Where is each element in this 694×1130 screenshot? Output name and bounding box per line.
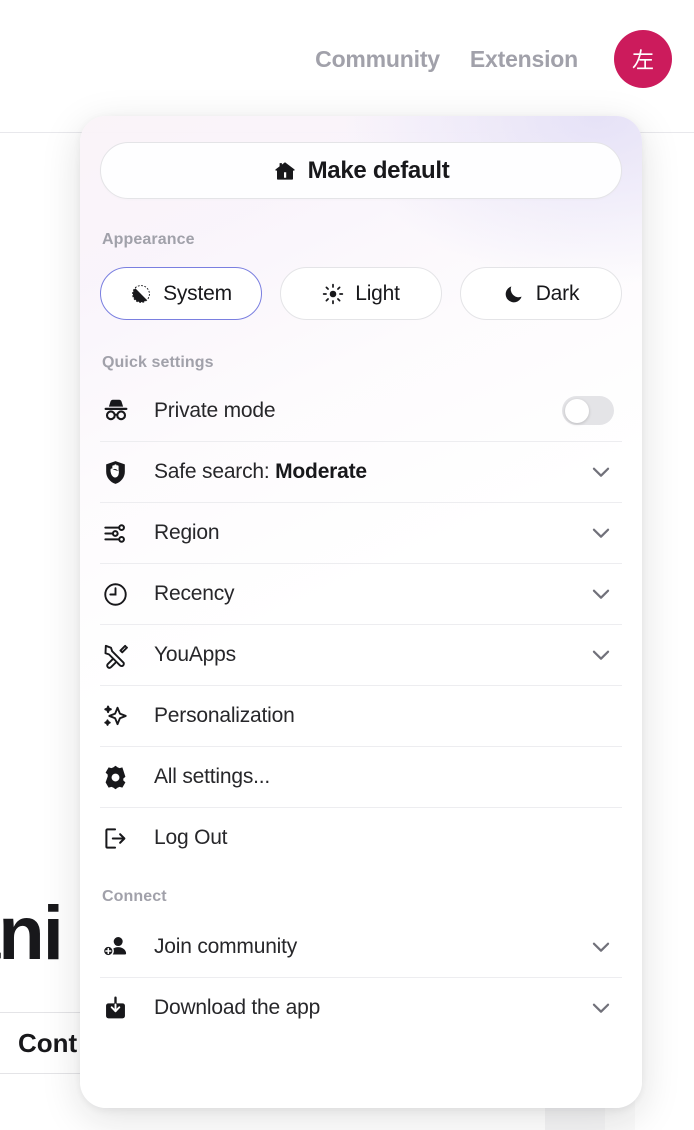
incognito-icon bbox=[100, 397, 142, 425]
chevron-down-icon[interactable] bbox=[588, 995, 622, 1021]
shield-hand-icon bbox=[100, 459, 142, 486]
moon-icon bbox=[503, 283, 525, 305]
half-circle-icon bbox=[130, 283, 152, 305]
row-all-settings-label: All settings... bbox=[154, 765, 271, 788]
header-nav: Community Extension 左 bbox=[315, 30, 672, 88]
background-heading: ani bbox=[0, 891, 64, 976]
private-mode-toggle[interactable] bbox=[562, 396, 614, 425]
row-youapps[interactable]: YouApps bbox=[100, 624, 622, 685]
row-log-out[interactable]: Log Out bbox=[100, 807, 622, 868]
chevron-down-icon[interactable] bbox=[588, 934, 622, 960]
row-download-app-label: Download the app bbox=[154, 996, 321, 1019]
row-safe-search-label: Safe search: Moderate bbox=[142, 460, 588, 484]
theme-option-light-label: Light bbox=[355, 281, 400, 305]
toggle-knob bbox=[564, 398, 589, 423]
appearance-options: System Light Dark bbox=[100, 267, 622, 320]
row-all-settings[interactable]: All settings... bbox=[100, 746, 622, 807]
appearance-section-label: Appearance bbox=[102, 231, 195, 248]
nav-link-extension[interactable]: Extension bbox=[470, 46, 578, 73]
download-icon bbox=[100, 995, 142, 1022]
home-icon bbox=[273, 159, 297, 183]
row-personalization-label: Personalization bbox=[154, 704, 295, 727]
sun-icon bbox=[322, 283, 344, 305]
row-safe-search-value: Moderate bbox=[275, 460, 367, 483]
row-join-community-label: Join community bbox=[154, 934, 298, 958]
row-download-app[interactable]: Download the app bbox=[100, 977, 622, 1038]
row-region[interactable]: Region bbox=[100, 502, 622, 563]
row-personalization[interactable]: Personalization bbox=[100, 685, 622, 746]
row-safe-search[interactable]: Safe search: Moderate bbox=[100, 441, 622, 502]
sliders-icon bbox=[100, 520, 142, 547]
chevron-down-icon[interactable] bbox=[588, 520, 622, 546]
row-recency[interactable]: Recency bbox=[100, 563, 622, 624]
row-join-community[interactable]: Join community bbox=[100, 916, 622, 977]
row-log-out-label: Log Out bbox=[154, 826, 228, 849]
chevron-down-icon[interactable] bbox=[588, 642, 622, 668]
theme-option-light[interactable]: Light bbox=[280, 267, 442, 320]
row-private-mode-label: Private mode bbox=[154, 398, 276, 422]
theme-option-system[interactable]: System bbox=[100, 267, 262, 320]
sparkles-icon bbox=[100, 703, 142, 730]
site-header: Community Extension 左 bbox=[0, 0, 694, 133]
connect-section-label: Connect bbox=[102, 888, 167, 905]
person-add-icon bbox=[100, 933, 142, 960]
private-mode-toggle-wrap bbox=[562, 396, 622, 425]
make-default-label: Make default bbox=[307, 156, 450, 184]
row-youapps-label: YouApps bbox=[154, 643, 236, 666]
row-private-mode[interactable]: Private mode bbox=[100, 380, 622, 441]
quick-settings-section-label: Quick settings bbox=[102, 354, 214, 371]
chevron-down-icon[interactable] bbox=[588, 581, 622, 607]
background-card-text: Cont bbox=[18, 1027, 78, 1058]
gear-icon bbox=[100, 764, 142, 791]
theme-option-system-label: System bbox=[163, 281, 232, 305]
nav-link-community[interactable]: Community bbox=[315, 46, 440, 73]
logout-icon bbox=[100, 825, 142, 852]
chevron-down-icon[interactable] bbox=[588, 459, 622, 485]
clock-icon bbox=[100, 581, 142, 608]
row-recency-label: Recency bbox=[154, 582, 235, 605]
tools-icon bbox=[100, 642, 142, 669]
row-region-label: Region bbox=[154, 521, 220, 544]
make-default-button[interactable]: Make default bbox=[100, 142, 622, 199]
avatar[interactable]: 左 bbox=[614, 30, 672, 88]
account-settings-popover: Make default Appearance System Light Dar… bbox=[80, 116, 642, 1108]
theme-option-dark-label: Dark bbox=[535, 281, 580, 305]
theme-option-dark[interactable]: Dark bbox=[460, 267, 622, 320]
row-safe-search-prefix: Safe search: bbox=[154, 460, 276, 483]
